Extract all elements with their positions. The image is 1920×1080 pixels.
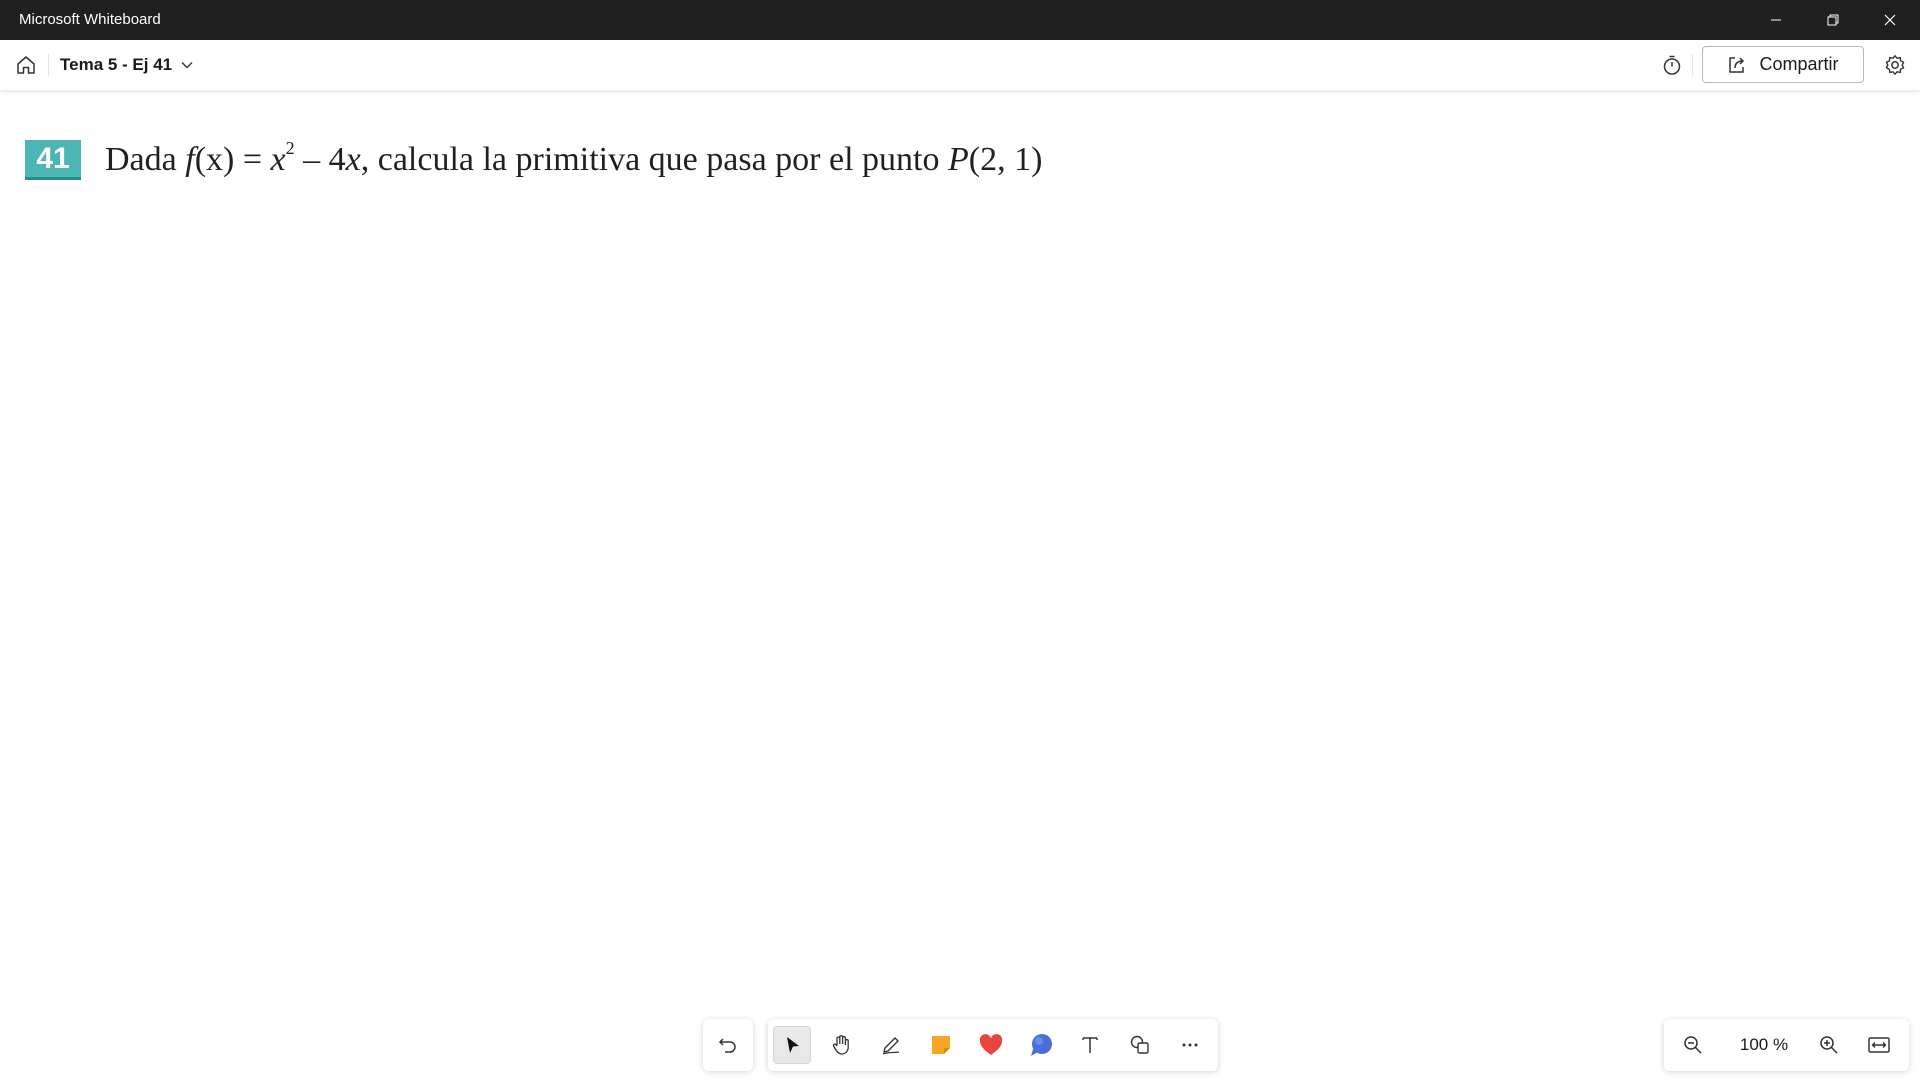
home-button[interactable]: [10, 49, 42, 81]
equals-sign: =: [234, 141, 271, 178]
reaction-tool-button[interactable]: [972, 1026, 1010, 1064]
minimize-icon: [1771, 19, 1781, 21]
zoom-in-icon: [1820, 1036, 1838, 1054]
pen-tool-button[interactable]: [872, 1026, 910, 1064]
select-tool-button[interactable]: [773, 1026, 811, 1064]
zoom-controls: 100 %: [1664, 1019, 1909, 1071]
header-divider: [48, 54, 49, 76]
restore-icon: [1827, 14, 1839, 26]
share-label: Compartir: [1759, 54, 1839, 74]
exercise-statement: Dada f(x) = x2 – 4x, calcula la primitiv…: [105, 138, 1043, 179]
share-icon: [1729, 56, 1745, 73]
sticky-note-tool-button[interactable]: [922, 1026, 960, 1064]
chat-icon: [1031, 1034, 1052, 1056]
select-icon: [787, 1037, 799, 1053]
exercise-text-prefix: Dada: [105, 141, 186, 178]
timer-button[interactable]: [1656, 49, 1688, 81]
chat-tool-button[interactable]: [1022, 1026, 1060, 1064]
exercise-image[interactable]: 41 Dada f(x) = x2 – 4x, calcula la primi…: [14, 130, 1042, 190]
fit-to-screen-icon: [1868, 1037, 1890, 1053]
function-arg: (x): [194, 141, 235, 178]
hand-icon: [832, 1035, 849, 1055]
undo-icon: [718, 1038, 736, 1053]
restore-button[interactable]: [1805, 0, 1861, 40]
exercise-text-suffix: , calcula la primitiva que pasa por el p…: [360, 141, 948, 178]
board-name-dropdown[interactable]: Tema 5 - Ej 41: [60, 40, 194, 90]
point-coordinates: (2, 1): [968, 141, 1043, 178]
minus-term: – 4: [294, 141, 346, 178]
reaction-icon: [979, 1034, 1003, 1055]
more-tools-button[interactable]: [1171, 1026, 1209, 1064]
exercise-number-badge: 41: [25, 140, 81, 180]
exponent: 2: [285, 138, 295, 158]
title-bar: Microsoft Whiteboard: [0, 0, 1920, 40]
timer-icon: [1663, 55, 1681, 75]
sticky-note-icon: [932, 1036, 950, 1054]
point-name: P: [947, 141, 969, 178]
variable: x: [270, 141, 286, 178]
zoom-in-button[interactable]: [1810, 1026, 1848, 1064]
variable: x: [345, 141, 361, 178]
text-icon: [1082, 1037, 1098, 1053]
hand-tool-button[interactable]: [822, 1026, 860, 1064]
shapes-tool-button[interactable]: [1121, 1026, 1159, 1064]
chevron-down-icon: [181, 62, 193, 69]
pen-icon: [882, 1037, 900, 1055]
function-name: f: [185, 141, 195, 178]
undo-group: [703, 1019, 753, 1071]
board-name: Tema 5 - Ej 41: [60, 55, 173, 74]
header-divider: [1692, 54, 1693, 76]
home-icon: [17, 56, 35, 74]
gear-icon: [1885, 55, 1905, 75]
shapes-icon: [1130, 1035, 1149, 1054]
tools-toolbar: [768, 1019, 1218, 1071]
zoom-out-button[interactable]: [1674, 1026, 1712, 1064]
zoom-out-icon: [1684, 1036, 1702, 1054]
app-title: Microsoft Whiteboard: [19, 11, 161, 28]
undo-button[interactable]: [709, 1026, 747, 1064]
text-tool-button[interactable]: [1071, 1026, 1109, 1064]
app-header: Tema 5 - Ej 41 Compartir: [0, 40, 1920, 90]
minimize-button[interactable]: [1748, 0, 1804, 40]
share-button[interactable]: Compartir: [1702, 46, 1864, 83]
fit-to-screen-button[interactable]: [1860, 1026, 1898, 1064]
close-button[interactable]: [1862, 0, 1918, 40]
more-icon: [1182, 1043, 1198, 1047]
close-icon: [1884, 14, 1896, 26]
settings-button[interactable]: [1879, 49, 1911, 81]
zoom-level[interactable]: 100 %: [1724, 1019, 1804, 1071]
